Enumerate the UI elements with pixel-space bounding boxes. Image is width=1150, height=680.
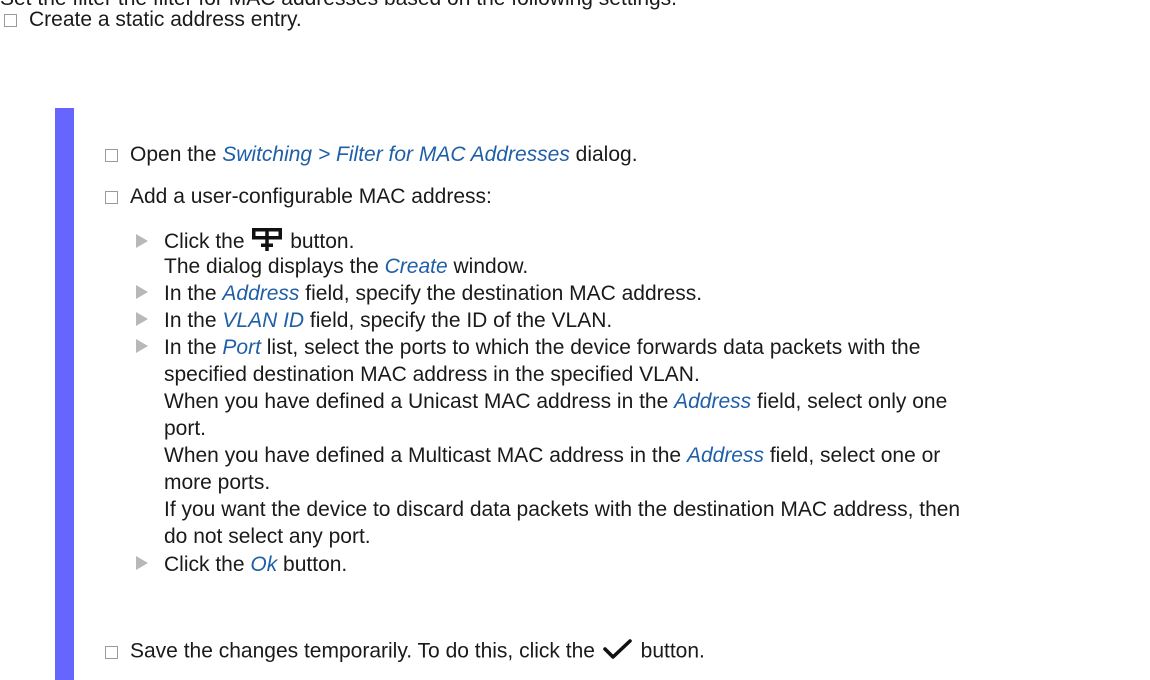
discard-note-line: do not select any port. <box>164 525 371 548</box>
create-window-link[interactable]: Create <box>385 255 448 278</box>
multicast-note-line: more ports. <box>164 471 271 494</box>
task-create-static-address: Create a static address entry. <box>0 7 302 33</box>
step-text: dialog. <box>569 143 638 166</box>
checkmark-icon[interactable] <box>601 636 635 668</box>
arrow-bullet-icon <box>136 312 148 327</box>
substep-ok: Click the Ok button. <box>136 552 347 578</box>
step-checkbox[interactable] <box>105 190 118 204</box>
step-open-dialog: Open the Switching > Filter for MAC Addr… <box>105 142 638 168</box>
vlan-id-field-link[interactable]: VLAN ID <box>222 309 304 332</box>
unicast-note: When you have defined a Unicast MAC addr… <box>164 390 948 413</box>
arrow-bullet-icon <box>136 556 148 571</box>
substep-address: In the Address field, specify the destin… <box>136 281 702 307</box>
port-note-line: specified destination MAC address in the… <box>164 363 700 386</box>
discard-note: If you want the device to discard data p… <box>164 498 961 521</box>
dialog-path-link[interactable]: Switching > Filter for MAC Addresses <box>222 143 570 166</box>
address-field-link[interactable]: Address <box>674 390 751 413</box>
arrow-bullet-icon <box>136 339 148 354</box>
procedure-bar <box>55 108 74 680</box>
task-label: Create a static address entry. <box>29 8 302 31</box>
step-checkbox[interactable] <box>105 645 118 659</box>
step-save: Save the changes temporarily. To do this… <box>105 639 705 665</box>
step-add-mac: Add a user-configurable MAC address: <box>105 184 492 210</box>
step-text: Add a user-configurable MAC address: <box>130 185 492 208</box>
ok-button-link[interactable]: Ok <box>250 553 277 576</box>
port-list-link[interactable]: Port <box>222 336 261 359</box>
substep-port: In the Port list, select the ports to wh… <box>136 335 920 361</box>
unicast-note-line: port. <box>164 417 207 440</box>
task-checkbox[interactable] <box>4 13 17 27</box>
step-checkbox[interactable] <box>105 148 118 162</box>
address-field-link[interactable]: Address <box>687 444 764 467</box>
arrow-bullet-icon <box>136 285 148 300</box>
multicast-note: When you have defined a Multicast MAC ad… <box>164 444 941 467</box>
create-window-note: The dialog displays the Create window. <box>164 255 529 278</box>
substep-vlan: In the VLAN ID field, specify the ID of … <box>136 308 612 334</box>
address-field-link[interactable]: Address <box>222 282 299 305</box>
step-text: Open the <box>130 143 223 166</box>
arrow-bullet-icon <box>136 233 148 248</box>
